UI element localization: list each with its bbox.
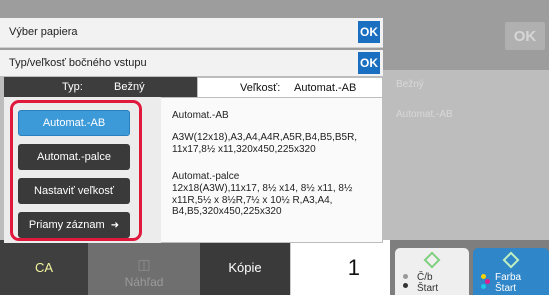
auto-ab-button[interactable]: Automat.-AB [18, 110, 130, 136]
bw-start-sublabel: Štart [417, 283, 439, 294]
info-ab-title: Automat.-AB [172, 110, 229, 121]
tab-type[interactable]: Typ: Bežný [4, 77, 197, 97]
color-start-button[interactable]: Farba Štart [473, 248, 549, 295]
bw-start-label: Č/b [417, 272, 433, 283]
start-diamond-icon [423, 251, 441, 269]
tab-type-label: Typ: [62, 81, 83, 93]
preview-label: Náhľad [124, 275, 164, 289]
background-ghost-text: Automat.-AB [396, 108, 453, 120]
arrow-right-icon: ➜ [110, 219, 120, 231]
tab-size-label: Veľkosť: [240, 82, 281, 94]
bypass-dialog-title: Typ/veľkosť bočného vstupu [9, 57, 147, 69]
clear-all-button[interactable]: CA [0, 240, 88, 295]
background-ghost-text: Bežný [396, 78, 424, 90]
copies-count[interactable]: 1 [290, 240, 390, 295]
bypass-dialog-ok-button[interactable]: OK [358, 52, 380, 74]
background-ok-button: OK [505, 22, 545, 50]
paper-selection-title: Výber papiera [9, 26, 78, 38]
preview-icon: ◫ [137, 256, 151, 272]
paper-selection-ok-button[interactable]: OK [358, 21, 380, 43]
copies-button[interactable]: Kópie [200, 240, 290, 295]
color-dots-icon [481, 274, 491, 292]
start-diamond-icon [502, 251, 520, 269]
info-inch-sizes: 12x18(A3W),11x17, 8½ x14, 8½ x11, 8½ x11… [172, 183, 353, 217]
tab-type-value: Bežný [114, 81, 145, 93]
paper-selection-header: Výber papiera [0, 18, 383, 48]
bw-start-button[interactable]: Č/b Štart [395, 248, 469, 295]
tab-size-value: Automat.-AB [294, 82, 357, 94]
color-start-label: Farba [495, 272, 522, 283]
direct-entry-button[interactable]: Priamy záznam ➜ [18, 212, 130, 238]
info-inch-title: Automat.-palce [172, 171, 240, 182]
auto-inch-button[interactable]: Automat.-palce [18, 144, 130, 170]
set-size-button[interactable]: Nastaviť veľkosť [18, 178, 130, 204]
bypass-dialog-header: Typ/veľkosť bočného vstupu [0, 50, 383, 76]
tab-size[interactable]: Veľkosť: Automat.-AB [197, 77, 383, 97]
info-ab-sizes: A3W(12x18),A3,A4,A4R,A5R,B4,B5,B5R, 11x1… [172, 132, 358, 155]
preview-button[interactable]: ◫ Náhľad [88, 240, 200, 295]
color-start-sublabel: Štart [495, 283, 517, 294]
mono-dots-icon [403, 274, 413, 292]
direct-entry-label: Priamy záznam [28, 219, 105, 231]
